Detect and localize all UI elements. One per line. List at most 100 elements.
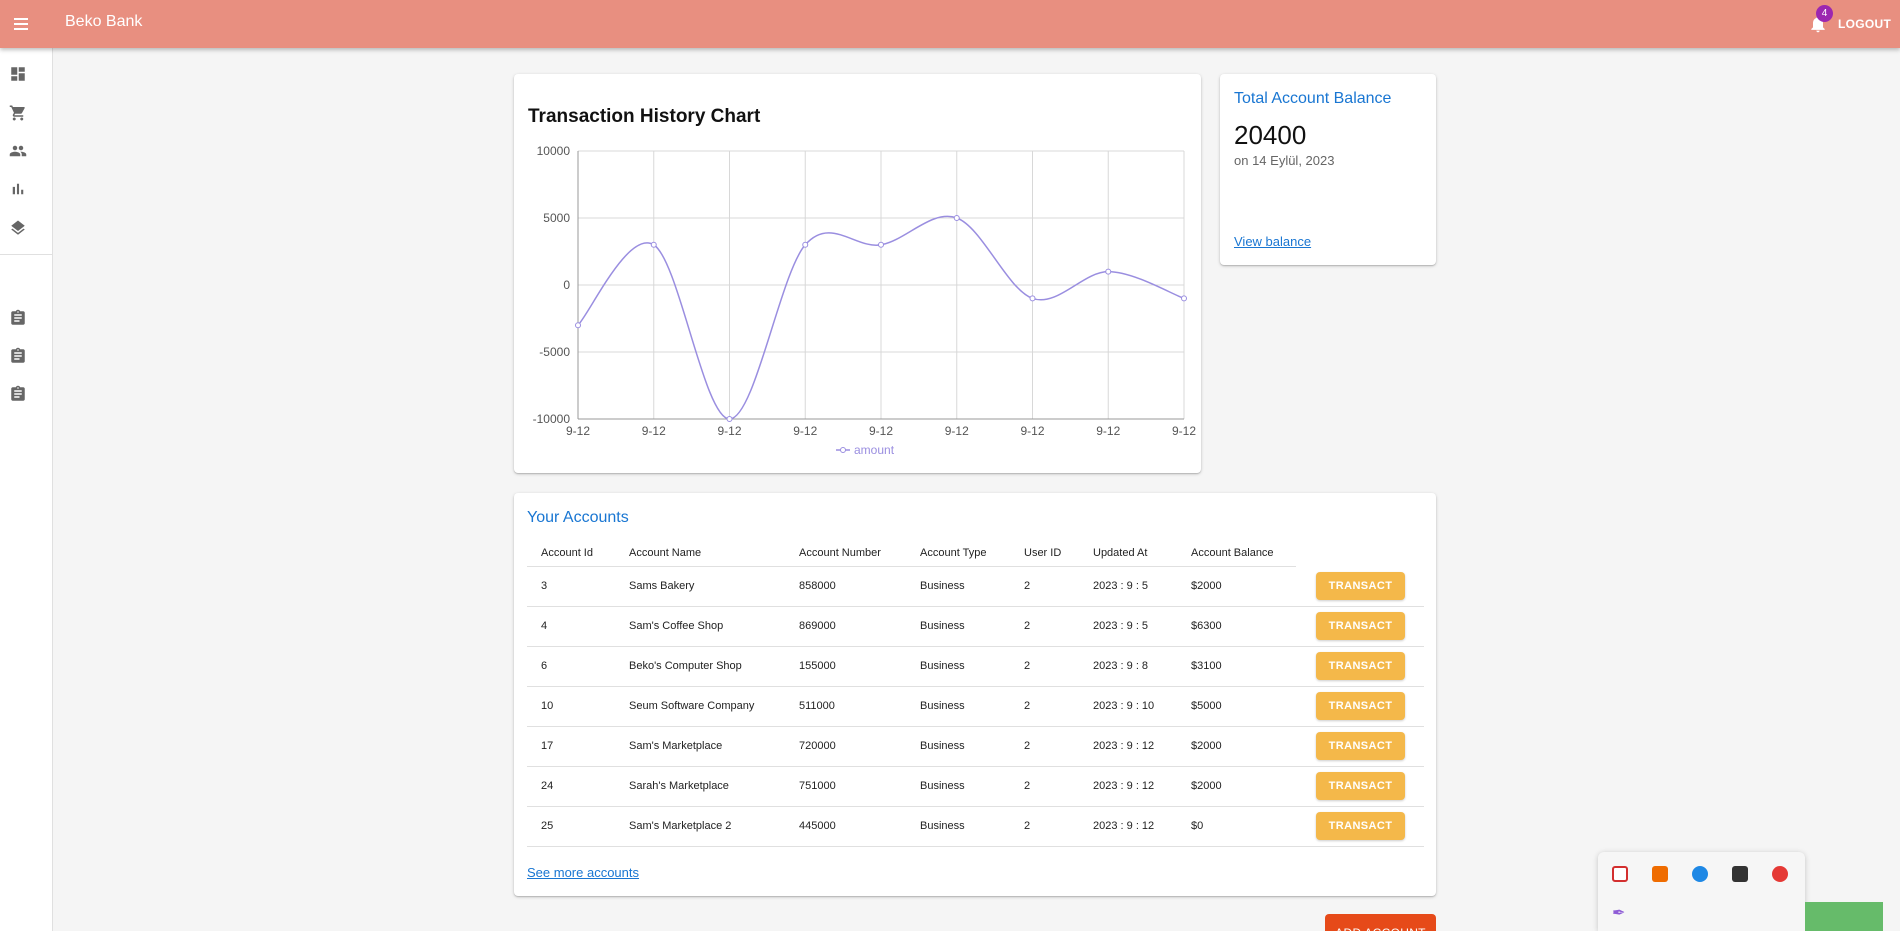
y-tick-label: -5000 <box>539 345 570 359</box>
account-number: 155000 <box>785 646 906 687</box>
account-number: 858000 <box>785 566 906 607</box>
account-name: Sam's Coffee Shop <box>615 606 785 647</box>
x-tick-label: 9-12 <box>717 424 741 438</box>
app-bar: Beko Bank 4 LOGOUT <box>0 0 1900 48</box>
add-account-button[interactable]: ADD ACCOUNT <box>1325 914 1436 931</box>
x-tick-label: 9-12 <box>1020 424 1044 438</box>
account-id: 4 <box>527 606 615 647</box>
app-title: Beko Bank <box>65 13 143 30</box>
x-tick-label: 9-12 <box>1172 424 1196 438</box>
account-number: 511000 <box>785 686 906 727</box>
dashboard-icon[interactable] <box>9 65 27 83</box>
app-tray-icon[interactable] <box>1652 866 1668 882</box>
column-header: Account Number <box>785 540 906 567</box>
transact-button[interactable]: TRANSACT <box>1316 772 1405 800</box>
logout-button[interactable]: LOGOUT <box>1838 17 1891 31</box>
system-tray-popup: ✒ <box>1598 852 1805 931</box>
app-tray-icon[interactable] <box>1612 866 1628 882</box>
menu-icon[interactable] <box>10 12 34 36</box>
bar-chart-icon[interactable] <box>9 180 27 198</box>
updated-at: 2023 : 9 : 5 <box>1079 566 1177 607</box>
table-header-row: Account Id Account Name Account Number A… <box>527 540 1424 567</box>
y-tick-label: 10000 <box>537 144 571 158</box>
account-balance: $0 <box>1177 806 1296 847</box>
sidebar-divider <box>0 254 52 255</box>
people-icon[interactable] <box>9 142 27 160</box>
layers-icon[interactable] <box>9 219 27 237</box>
view-balance-link[interactable]: View balance <box>1234 234 1311 249</box>
tray-green-block <box>1805 902 1883 931</box>
account-name: Beko's Computer Shop <box>615 646 785 687</box>
app-tray-icon[interactable] <box>1772 866 1788 882</box>
transact-button[interactable]: TRANSACT <box>1316 612 1405 640</box>
table-row: 4 Sam's Coffee Shop 869000 Business 2 20… <box>527 606 1424 647</box>
account-name: Sam's Marketplace <box>615 726 785 767</box>
column-header-actions <box>1296 540 1424 566</box>
accounts-title: Your Accounts <box>527 509 629 526</box>
column-header: User ID <box>1010 540 1079 567</box>
updated-at: 2023 : 9 : 5 <box>1079 606 1177 647</box>
column-header: Account Type <box>906 540 1010 567</box>
user-id: 2 <box>1010 806 1079 847</box>
data-point <box>650 241 657 248</box>
account-type: Business <box>906 726 1010 767</box>
assignment-icon[interactable] <box>9 309 27 327</box>
table-row: 17 Sam's Marketplace 720000 Business 2 2… <box>527 726 1424 767</box>
updated-at: 2023 : 9 : 12 <box>1079 806 1177 847</box>
balance-date: on 14 Eylül, 2023 <box>1234 153 1335 168</box>
updated-at: 2023 : 9 : 12 <box>1079 726 1177 767</box>
account-id: 17 <box>527 726 615 767</box>
account-id: 3 <box>527 566 615 607</box>
x-tick-label: 9-12 <box>642 424 666 438</box>
x-tick-label: 9-12 <box>1096 424 1120 438</box>
balance-value: 20400 <box>1234 120 1307 150</box>
total-balance-card: Total Account Balance 20400 on 14 Eylül,… <box>1220 74 1436 265</box>
account-id: 25 <box>527 806 615 847</box>
accounts-card: Your Accounts Account Id Account Name Ac… <box>514 493 1436 896</box>
sidebar <box>0 48 53 931</box>
y-tick-label: 0 <box>563 278 570 292</box>
transact-button[interactable]: TRANSACT <box>1316 732 1405 760</box>
column-header: Account Balance <box>1177 540 1296 567</box>
account-balance: $3100 <box>1177 646 1296 687</box>
user-id: 2 <box>1010 566 1079 607</box>
legend-marker <box>840 447 846 453</box>
assignment-icon[interactable] <box>9 347 27 365</box>
account-id: 10 <box>527 686 615 727</box>
x-tick-label: 9-12 <box>869 424 893 438</box>
transaction-history-chart: 1000050000-5000-100009-12 9-12 9-12 9-12 9-1… <box>533 144 1197 457</box>
user-id: 2 <box>1010 726 1079 767</box>
account-id: 24 <box>527 766 615 807</box>
y-tick-label: -10000 <box>533 412 571 426</box>
feather-tray-icon[interactable]: ✒ <box>1612 906 1628 922</box>
see-more-accounts-link[interactable]: See more accounts <box>527 865 639 880</box>
shopping-cart-icon[interactable] <box>9 104 27 122</box>
transact-button[interactable]: TRANSACT <box>1316 652 1405 680</box>
transact-button[interactable]: TRANSACT <box>1316 692 1405 720</box>
user-id: 2 <box>1010 646 1079 687</box>
account-balance: $6300 <box>1177 606 1296 647</box>
data-point <box>1105 268 1112 275</box>
table-row: 3 Sams Bakery 858000 Business 2 2023 : 9… <box>527 566 1424 607</box>
account-number: 720000 <box>785 726 906 767</box>
account-name: Sarah's Marketplace <box>615 766 785 807</box>
user-id: 2 <box>1010 606 1079 647</box>
account-number: 751000 <box>785 766 906 807</box>
updated-at: 2023 : 9 : 8 <box>1079 646 1177 687</box>
transact-button[interactable]: TRANSACT <box>1316 571 1405 600</box>
account-balance: $2000 <box>1177 726 1296 767</box>
account-type: Business <box>906 646 1010 687</box>
x-tick-label: 9-12 <box>793 424 817 438</box>
account-type: Business <box>906 686 1010 727</box>
account-name: Sam's Marketplace 2 <box>615 806 785 847</box>
assignment-icon[interactable] <box>9 385 27 403</box>
y-tick-label: 5000 <box>543 211 570 225</box>
shield-tray-icon[interactable] <box>1692 866 1708 882</box>
updated-at: 2023 : 9 : 10 <box>1079 686 1177 727</box>
column-header: Updated At <box>1079 540 1177 567</box>
table-row: 24 Sarah's Marketplace 751000 Business 2… <box>527 766 1424 807</box>
app-tray-icon[interactable] <box>1732 866 1748 882</box>
account-id: 6 <box>527 646 615 687</box>
x-tick-label: 9-12 <box>566 424 590 438</box>
transact-button[interactable]: TRANSACT <box>1316 812 1405 840</box>
